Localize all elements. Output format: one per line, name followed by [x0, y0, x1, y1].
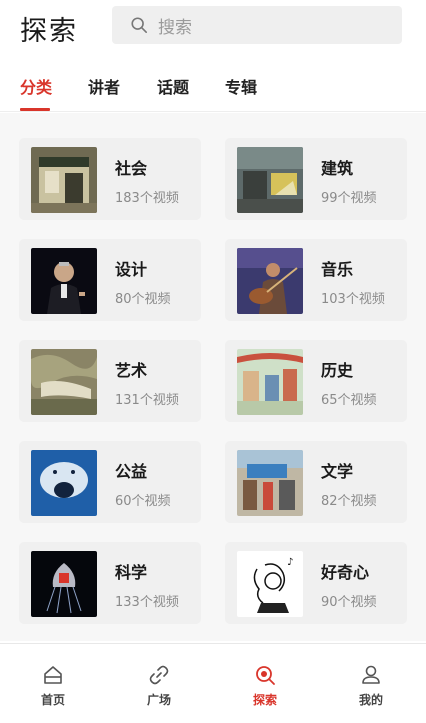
- nav-item-home[interactable]: 首页: [0, 644, 106, 723]
- category-name: 好奇心: [321, 563, 370, 582]
- search-placeholder: 搜索: [158, 17, 192, 38]
- header: 探索 搜索: [0, 0, 426, 58]
- category-name: 建筑: [321, 159, 354, 178]
- category-video-count: 183个视频: [115, 191, 179, 206]
- category-name: 社会: [115, 159, 148, 178]
- category-card-history[interactable]: 历史 65个视频: [225, 340, 407, 422]
- tab-bar: 分类 讲者 话题 专辑: [0, 66, 426, 112]
- nav-label: 广场: [146, 693, 171, 707]
- category-card-music[interactable]: 音乐 103个视频: [225, 239, 407, 321]
- music-thumbnail: [237, 248, 303, 314]
- category-card-curiosity[interactable]: ♪ 好奇心 90个视频: [225, 542, 407, 624]
- category-name: 历史: [321, 361, 354, 380]
- category-name: 科学: [115, 563, 148, 582]
- nav-item-square[interactable]: 广场: [106, 644, 212, 723]
- nav-label: 首页: [40, 693, 65, 707]
- society-thumbnail: [31, 147, 97, 213]
- architecture-thumbnail: [237, 147, 303, 213]
- category-card-charity[interactable]: 公益 60个视频: [19, 441, 201, 523]
- history-thumbnail: [237, 349, 303, 415]
- svg-text:♪: ♪: [287, 557, 293, 568]
- tab-albums[interactable]: 专辑: [225, 74, 257, 98]
- category-video-count: 90个视频: [321, 595, 377, 610]
- literature-thumbnail: [237, 450, 303, 516]
- science-thumbnail: [31, 551, 97, 617]
- category-video-count: 60个视频: [115, 494, 171, 509]
- category-card-literature[interactable]: 文学 82个视频: [225, 441, 407, 523]
- tab-categories[interactable]: 分类: [20, 74, 52, 98]
- design-thumbnail: [31, 248, 97, 314]
- search-input[interactable]: 搜索: [112, 6, 402, 44]
- category-video-count: 99个视频: [321, 191, 377, 206]
- curiosity-thumbnail: ♪: [237, 551, 303, 617]
- profile-icon: [362, 665, 380, 684]
- category-card-art[interactable]: 艺术 131个视频: [19, 340, 201, 422]
- category-name: 设计: [115, 260, 148, 279]
- home-icon: [44, 666, 62, 684]
- category-video-count: 133个视频: [115, 595, 179, 610]
- explore-search-icon: [256, 666, 275, 685]
- category-card-society[interactable]: 社会 183个视频: [19, 138, 201, 220]
- link-icon: [149, 665, 169, 685]
- nav-label: 我的: [358, 693, 383, 707]
- search-icon: [131, 17, 148, 34]
- category-card-architecture[interactable]: 建筑 99个视频: [225, 138, 407, 220]
- charity-thumbnail: [31, 450, 97, 516]
- bottom-nav: 首页 广场 探索 我的: [0, 643, 426, 723]
- nav-item-explore[interactable]: 探索: [212, 644, 318, 723]
- category-video-count: 103个视频: [321, 292, 385, 307]
- category-name: 文学: [321, 462, 354, 481]
- category-name: 音乐: [321, 260, 354, 279]
- tab-speakers[interactable]: 讲者: [88, 74, 120, 98]
- category-video-count: 131个视频: [115, 393, 179, 408]
- tab-topics[interactable]: 话题: [157, 74, 189, 98]
- page-title: 探索: [20, 16, 78, 47]
- category-video-count: 82个视频: [321, 494, 377, 509]
- nav-item-mine[interactable]: 我的: [318, 644, 424, 723]
- category-card-design[interactable]: 设计 80个视频: [19, 239, 201, 321]
- art-thumbnail: [31, 349, 97, 415]
- category-card-science[interactable]: 科学 133个视频: [19, 542, 201, 624]
- active-tab-indicator: [20, 108, 50, 111]
- category-name: 公益: [115, 462, 148, 481]
- category-video-count: 80个视频: [115, 292, 171, 307]
- category-video-count: 65个视频: [321, 393, 377, 408]
- nav-label: 探索: [252, 693, 277, 707]
- category-name: 艺术: [115, 361, 148, 380]
- category-grid: 社会 183个视频 建筑 99个视频 设计 80个视频 音乐 103个视频 艺术…: [0, 113, 426, 641]
